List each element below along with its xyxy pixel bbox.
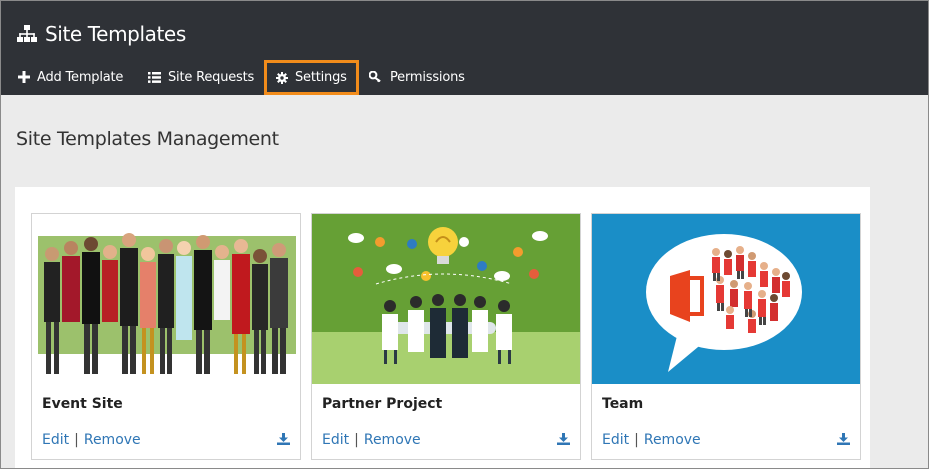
remove-link[interactable]: Remove [364,432,421,448]
nav-settings-label: Settings [295,70,347,85]
remove-link[interactable]: Remove [644,432,701,448]
edit-link[interactable]: Edit [602,432,629,448]
download-icon[interactable] [277,433,290,445]
download-icon[interactable] [557,433,570,445]
template-card-event-site[interactable]: Event Site Edit | Remove [31,213,301,460]
list-icon [148,71,161,83]
action-separator: | [354,432,359,448]
nav-site-requests-label: Site Requests [168,69,255,85]
app-title: Site Templates [17,21,186,47]
nav-permissions[interactable]: Permissions [369,61,465,93]
app-window: Site Templates Add Template Site Request… [0,0,929,469]
edit-link[interactable]: Edit [322,432,349,448]
card-title: Team [602,396,644,412]
nav-add-template[interactable]: Add Template [18,61,123,93]
nav-add-template-label: Add Template [37,69,124,85]
template-card-partner-project[interactable]: Partner Project Edit | Remove [311,213,581,460]
app-title-text: Site Templates [45,22,186,46]
plus-icon [18,71,30,83]
card-actions: Edit | Remove [602,432,701,448]
nav-bar: Add Template Site Requests Settings Perm… [1,60,928,95]
panel-right-gutter [870,187,928,468]
card-title: Partner Project [322,396,443,412]
card-title: Event Site [42,396,123,412]
gear-icon [276,71,288,84]
header-bar: Site Templates Add Template Site Request… [1,1,928,95]
remove-link[interactable]: Remove [84,432,141,448]
page-title: Site Templates Management [16,128,279,150]
nav-permissions-label: Permissions [390,69,465,85]
key-icon [369,71,383,83]
action-separator: | [634,432,639,448]
action-separator: | [74,432,79,448]
nav-settings[interactable]: Settings [264,60,359,95]
card-actions: Edit | Remove [322,432,421,448]
template-card-team[interactable]: Team Edit | Remove [591,213,861,460]
party-people-image[interactable] [32,214,300,384]
edit-link[interactable]: Edit [42,432,69,448]
download-icon[interactable] [837,433,850,445]
card-actions: Edit | Remove [42,432,141,448]
nav-site-requests[interactable]: Site Requests [148,61,254,93]
office-team-image[interactable] [592,214,860,384]
sitemap-icon [17,25,37,43]
meeting-ideas-image[interactable] [312,214,580,384]
